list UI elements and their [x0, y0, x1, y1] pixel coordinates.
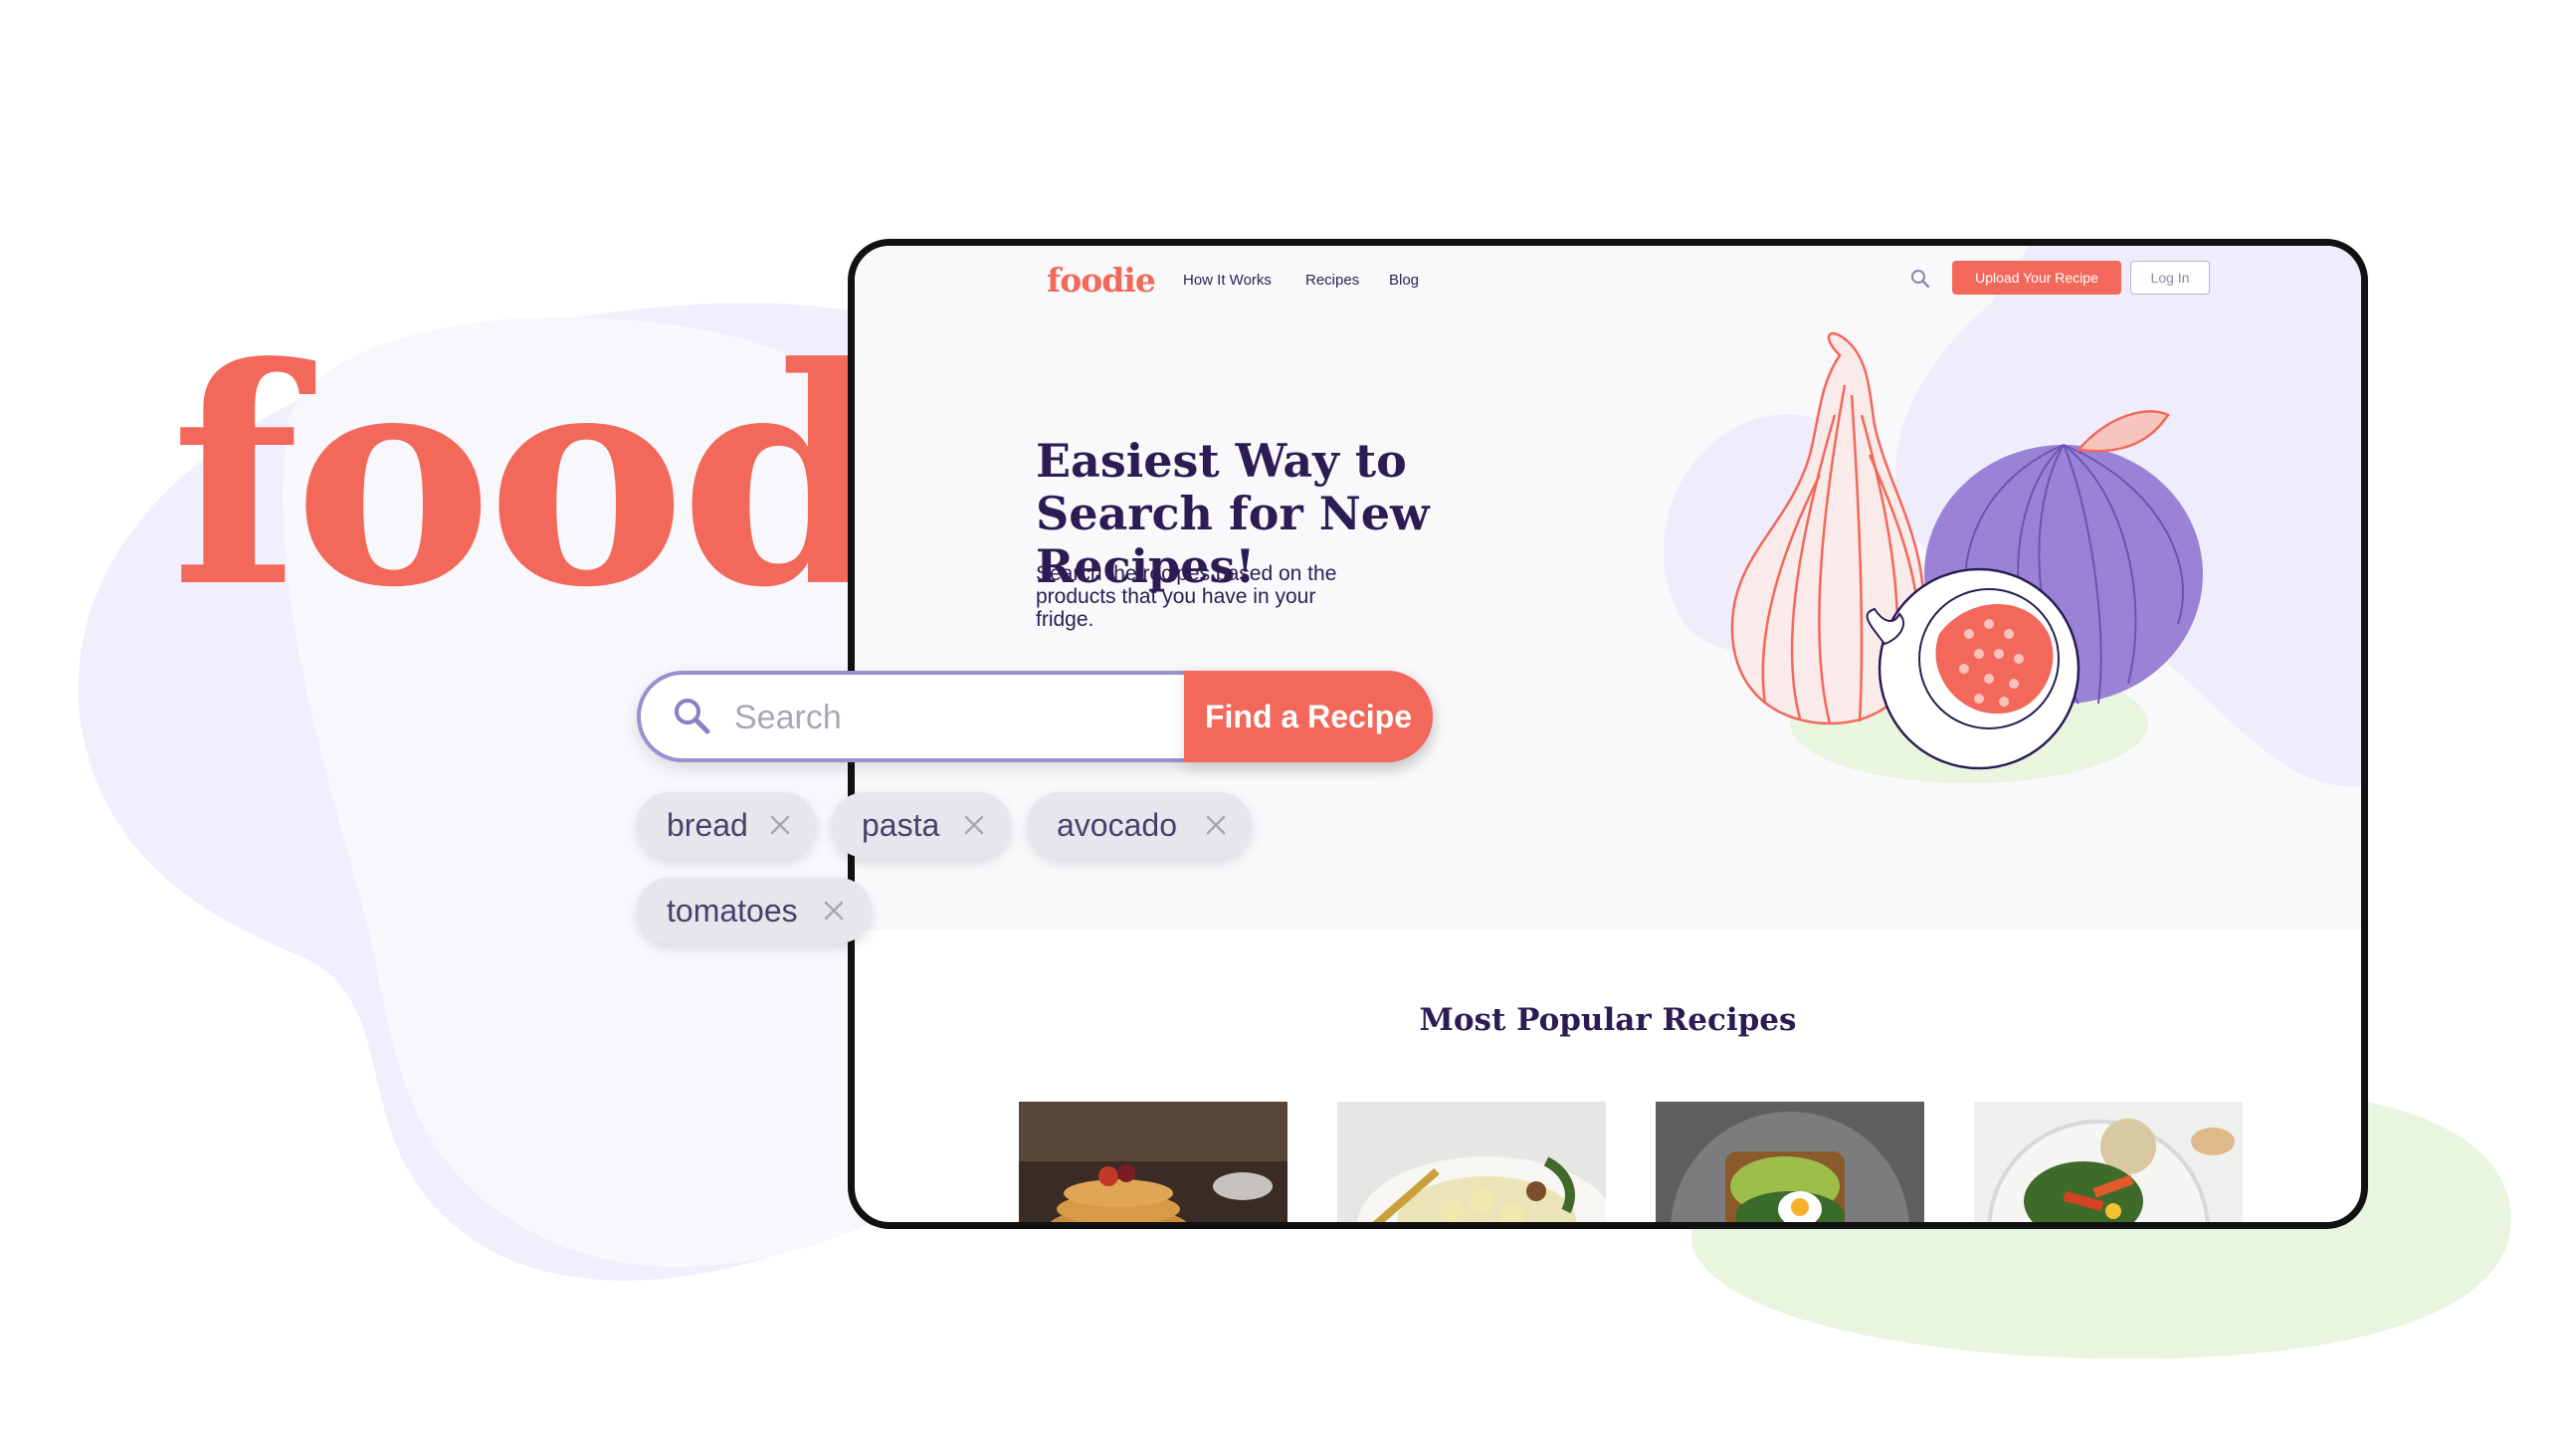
- filter-chip-pasta: pasta: [832, 792, 1011, 858]
- popular-recipes-title: Most Popular Recipes: [1419, 1002, 1797, 1038]
- recipe-card-pancakes[interactable]: [1019, 1102, 1288, 1222]
- hero-subtitle: Search the recipes based on the products…: [1036, 562, 1337, 631]
- filter-chip-avocado: avocado: [1027, 792, 1252, 858]
- login-button[interactable]: Log In: [2130, 261, 2210, 295]
- nav-recipes[interactable]: Recipes: [1305, 272, 1359, 289]
- chip-label: pasta: [862, 806, 940, 843]
- veggie-bowl-photo: [1974, 1102, 2243, 1222]
- site-navbar: foodie How It Works Recipes Blog Upload …: [855, 246, 2361, 315]
- find-recipe-button[interactable]: Find a Recipe: [1184, 671, 1433, 762]
- search-icon[interactable]: [1909, 268, 1931, 290]
- search-input[interactable]: [732, 689, 1114, 746]
- upload-recipe-button[interactable]: Upload Your Recipe: [1952, 261, 2121, 295]
- recipe-card-veggie-bowl[interactable]: [1974, 1102, 2243, 1222]
- chip-label: bread: [667, 806, 748, 843]
- gnocchi-photo: [1337, 1102, 1606, 1222]
- recipe-card-gnocchi[interactable]: [1337, 1102, 1606, 1222]
- filter-chip-bread: bread: [637, 792, 816, 858]
- close-icon[interactable]: [768, 813, 792, 837]
- fruit-illustration: [1730, 331, 2203, 783]
- chip-label: tomatoes: [667, 892, 798, 928]
- nav-how-it-works[interactable]: How It Works: [1183, 272, 1272, 289]
- recipe-card-avocado-toast[interactable]: [1656, 1102, 1924, 1222]
- pancakes-photo: [1019, 1102, 1288, 1222]
- nav-blog[interactable]: Blog: [1389, 272, 1419, 289]
- avocado-toast-photo: [1656, 1102, 1924, 1222]
- close-icon[interactable]: [822, 899, 846, 923]
- search-icon: [675, 699, 710, 734]
- chip-label: avocado: [1057, 806, 1177, 843]
- close-icon[interactable]: [1204, 813, 1228, 837]
- close-icon[interactable]: [962, 813, 986, 837]
- site-logo[interactable]: foodie: [1047, 261, 1156, 300]
- filter-chip-tomatoes: tomatoes: [637, 878, 872, 943]
